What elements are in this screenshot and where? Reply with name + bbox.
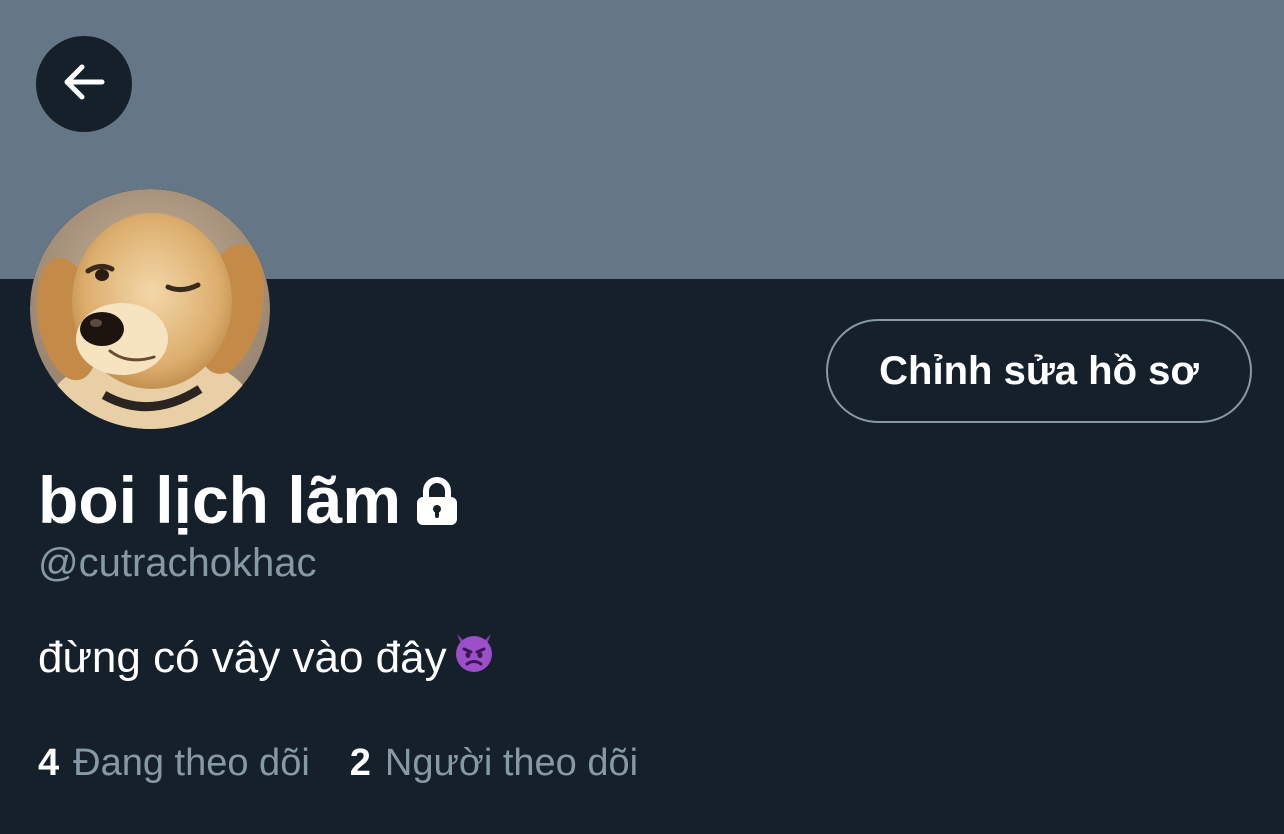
followers-stat[interactable]: 2 Người theo dõi: [350, 738, 638, 788]
dog-avatar-image: [30, 189, 270, 429]
following-count: 4: [38, 742, 60, 784]
edit-profile-button[interactable]: Chỉnh sửa hồ sơ: [826, 319, 1252, 423]
profile-bio: đừng có vây vào đây: [38, 628, 497, 688]
followers-label: Người theo dõi: [384, 742, 639, 784]
edit-profile-label: Chỉnh sửa hồ sơ: [879, 348, 1199, 393]
followers-count: 2: [349, 742, 371, 784]
smiling-imp-emoji-icon: [451, 628, 497, 688]
back-button[interactable]: [36, 36, 132, 132]
profile-handle: @cutrachokhac: [38, 541, 317, 585]
arrow-left-icon: [58, 56, 110, 113]
following-label: Đang theo dõi: [73, 742, 310, 784]
following-stat[interactable]: 4 Đang theo dõi: [38, 738, 310, 788]
bio-text: đừng có vây vào đây: [38, 633, 447, 682]
lock-icon: [413, 475, 461, 532]
display-name: boi lịch lãm: [38, 463, 402, 537]
profile-stats: 4 Đang theo dõi 2 Người theo dõi: [38, 738, 638, 788]
avatar[interactable]: [30, 189, 270, 429]
profile-page: Chỉnh sửa hồ sơ boi lịch lãm @cutrachokh…: [0, 0, 1284, 834]
profile-name-row: boi lịch lãm: [38, 462, 461, 538]
